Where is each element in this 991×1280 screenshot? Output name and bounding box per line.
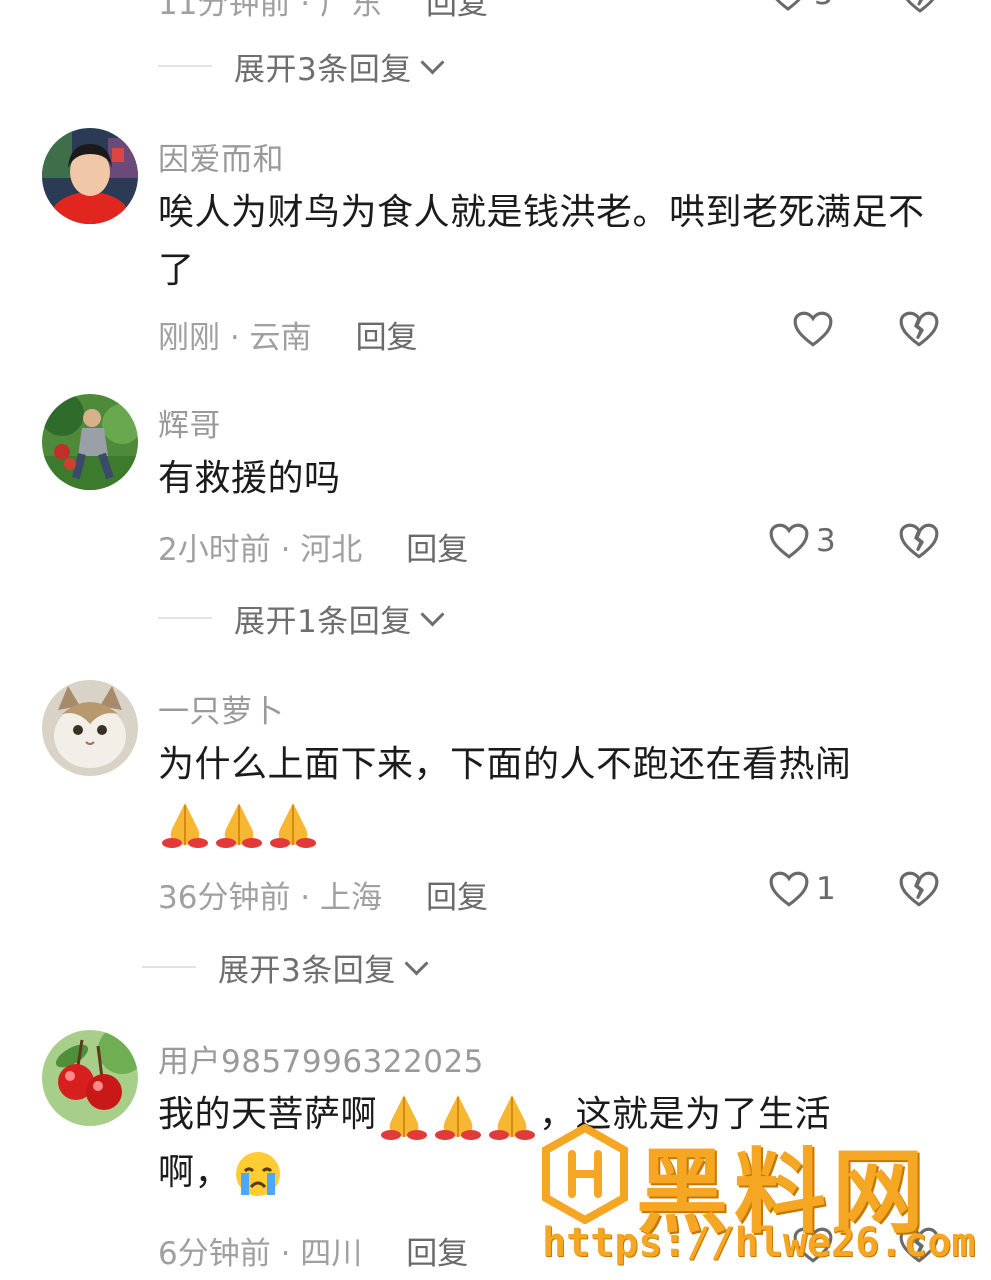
like-button[interactable] (792, 310, 834, 348)
comment-meta: 2小时前 · 河北 回复 (158, 524, 468, 569)
like-button[interactable]: 3 (768, 522, 836, 560)
reply-button[interactable]: 回复 (406, 1228, 468, 1273)
broken-heart-icon (899, 523, 939, 559)
comment-time: 36分钟前 · 上海 (158, 880, 383, 916)
comment-meta-partial: 11分钟前 · 广东 回复 (158, 0, 488, 23)
comment-time: 2小时前 · 河北 (158, 532, 363, 568)
broken-heart-icon (899, 871, 939, 907)
reply-button[interactable]: 回复 (426, 0, 488, 23)
divider-line (142, 966, 196, 968)
like-button[interactable]: 5 (768, 0, 834, 12)
expand-replies-button[interactable]: 展开1条回复 (158, 598, 445, 640)
avatar[interactable] (42, 680, 138, 776)
like-count: 1 (816, 871, 836, 907)
crying-face-emoji-icon (236, 1152, 281, 1196)
praying-hands-emoji-icon (162, 803, 208, 848)
avatar[interactable] (42, 1030, 138, 1126)
watermark-logo-icon (542, 1124, 628, 1224)
dislike-button[interactable] (900, 0, 940, 18)
comment-text: 唉人为财鸟为食人就是钱洪老。哄到老死满足不了 (158, 192, 925, 291)
comment-meta: 36分钟前 · 上海 回复 (158, 872, 488, 917)
comment-text-part: 我的天菩萨啊 (158, 1094, 378, 1135)
expand-replies-label: 展开1条回复 (234, 603, 412, 640)
chevron-down-icon (420, 601, 445, 627)
dislike-button[interactable] (898, 522, 940, 564)
heart-outline-icon (769, 871, 809, 907)
comment-time: 6分钟前 · 四川 (158, 1236, 363, 1272)
comment-text: 有救援的吗 (158, 458, 341, 499)
avatar[interactable] (42, 128, 138, 224)
heart-outline-icon (793, 311, 833, 347)
comment-time: 11分钟前 · 广东 (158, 0, 383, 22)
praying-hands-emoji-icon (435, 1095, 482, 1140)
comment-meta: 刚刚 · 云南 回复 (158, 312, 418, 357)
comment-time: 刚刚 · 云南 (158, 320, 312, 356)
dislike-button[interactable] (898, 310, 940, 352)
reply-button[interactable]: 回复 (356, 312, 418, 357)
dislike-button[interactable] (898, 870, 940, 912)
chevron-down-icon (420, 49, 445, 75)
divider-line (158, 617, 212, 619)
broken-heart-icon (905, 0, 935, 13)
expand-replies-button[interactable]: 展开3条回复 (142, 947, 429, 989)
reply-button[interactable]: 回复 (406, 524, 468, 569)
comment-username[interactable]: 用户9857996322025 (158, 1036, 484, 1081)
watermark-url: https://hlwe26.com (542, 1220, 976, 1266)
comment-text: 为什么上面下来，下面的人不跑还在看热闹 (158, 736, 948, 852)
comment-meta: 6分钟前 · 四川 回复 (158, 1228, 468, 1273)
like-count: 5 (814, 0, 834, 12)
praying-hands-emoji-icon (489, 1095, 536, 1140)
heart-outline-icon (775, 0, 801, 11)
comment-text-part: 啊， (158, 1152, 232, 1193)
expand-replies-button[interactable]: 展开3条回复 (158, 46, 445, 88)
expand-replies-label: 展开3条回复 (234, 51, 412, 88)
reply-button[interactable]: 回复 (426, 872, 488, 917)
heart-outline-icon (769, 523, 809, 559)
expand-replies-label: 展开3条回复 (218, 952, 396, 989)
like-button[interactable]: 1 (768, 870, 836, 908)
comment-username[interactable]: 辉哥 (158, 400, 221, 445)
avatar[interactable] (42, 394, 138, 490)
praying-hands-emoji-icon (270, 803, 316, 848)
praying-hands-emoji-icon (216, 803, 262, 848)
comment-text-body: 为什么上面下来，下面的人不跑还在看热闹 (158, 744, 852, 785)
chevron-down-icon (404, 950, 429, 976)
broken-heart-icon (899, 311, 939, 347)
praying-hands-emoji-icon (381, 1095, 428, 1140)
comment-username[interactable]: 一只萝卜 (158, 686, 284, 731)
comment-username[interactable]: 因爱而和 (158, 134, 284, 179)
like-count: 3 (816, 523, 836, 559)
divider-line (158, 65, 212, 67)
